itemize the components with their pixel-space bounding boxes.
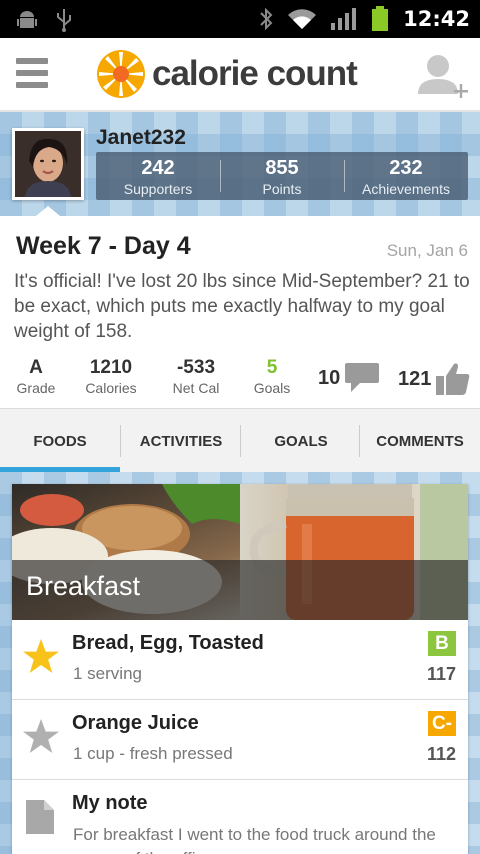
meal-card: Breakfast Bread, Egg, Toasted 1 serving … [12, 484, 468, 854]
likes-count: 121 [398, 367, 432, 390]
food-calories: 117 [426, 664, 456, 684]
food-item-row[interactable]: Bread, Egg, Toasted 1 serving B 117 [12, 620, 468, 700]
metric-value: 5 [266, 357, 278, 378]
metric-value: A [29, 357, 43, 378]
metric-goals: 5 Goals [248, 357, 296, 396]
avatar[interactable] [12, 128, 84, 200]
battery-icon [372, 6, 389, 31]
meal-photo: Breakfast [12, 484, 468, 620]
meal-title-bar: Breakfast [12, 560, 468, 620]
post-date: Sun, Jan 6 [386, 241, 468, 260]
note-icon [26, 800, 54, 834]
calorie-count-logo-icon [97, 50, 145, 98]
wifi-icon [288, 9, 317, 29]
stat-points[interactable]: 855 Points [220, 152, 344, 200]
profile-header: Janet232 242 Supporters 855 Points 232 A… [0, 112, 480, 216]
stat-label: Supporters [123, 181, 193, 197]
metric-grade: A Grade [14, 357, 58, 396]
tab-foods[interactable]: FOODS [0, 409, 120, 473]
app-bar: calorie count [0, 38, 480, 112]
comments-button[interactable]: 10 [318, 361, 380, 395]
signal-icon [331, 8, 357, 30]
callout-pointer [36, 206, 60, 216]
note-title: My note [72, 792, 148, 814]
username[interactable]: Janet232 [96, 126, 186, 150]
metric-calories: 1210 Calories [80, 357, 142, 396]
metric-label: Net Cal [172, 380, 220, 396]
star-outline-icon[interactable] [22, 718, 60, 756]
tab-activities[interactable]: ACTIVITIES [121, 409, 241, 473]
comment-icon [345, 363, 380, 392]
metric-label: Goals [253, 380, 291, 396]
food-name: Orange Juice [72, 712, 199, 734]
brand-name: calorie count [152, 54, 358, 93]
stat-label: Points [262, 181, 302, 197]
food-name: Bread, Egg, Toasted [72, 632, 264, 654]
stat-supporters[interactable]: 242 Supporters [96, 152, 220, 200]
food-grade-badge: C- [427, 711, 456, 736]
stat-achievements[interactable]: 232 Achievements [344, 152, 468, 200]
tab-bar: FOODS ACTIVITIES GOALS COMMENTS [0, 408, 480, 473]
metric-label: Calories [85, 380, 137, 396]
food-calories: 112 [426, 744, 456, 764]
food-grade-badge: B [428, 631, 456, 656]
tab-goals[interactable]: GOALS [241, 409, 361, 473]
food-item-row[interactable]: Orange Juice 1 cup - fresh pressed C- 11… [12, 700, 468, 780]
post-body: It's official! I've lost 20 lbs since Mi… [14, 271, 470, 342]
stat-value: 855 [265, 157, 299, 179]
thumbs-up-icon [436, 363, 470, 395]
food-serving: 1 cup - fresh pressed [73, 744, 233, 763]
star-filled-icon[interactable] [22, 638, 60, 676]
metric-net-cal: -533 Net Cal [166, 357, 226, 396]
metric-value: -533 [176, 357, 216, 378]
add-user-icon[interactable] [418, 52, 470, 102]
menu-icon[interactable] [16, 58, 48, 92]
journal-post: Week 7 - Day 4 Sun, Jan 6 It's official!… [0, 216, 480, 408]
day-metrics: A Grade 1210 Calories -533 Net Cal 5 Goa… [0, 357, 480, 401]
metric-label: Grade [16, 380, 56, 396]
note-row[interactable]: My note For breakfast I went to the food… [12, 780, 468, 854]
like-button[interactable]: 121 [398, 361, 471, 397]
stat-value: 242 [141, 157, 175, 179]
usb-icon [57, 9, 71, 32]
brand-logo: calorie count [96, 49, 358, 99]
clock: 12:42 [403, 7, 470, 31]
meal-title: Breakfast [26, 571, 141, 601]
food-serving: 1 serving [73, 664, 142, 683]
note-text: For breakfast I went to the food truck a… [73, 825, 436, 854]
post-title: Week 7 - Day 4 [16, 232, 191, 260]
profile-stats: 242 Supporters 855 Points 232 Achievemen… [96, 152, 468, 200]
stat-label: Achievements [362, 181, 450, 197]
metric-value: 1210 [89, 357, 133, 378]
comments-count: 10 [318, 366, 341, 389]
tab-comments[interactable]: COMMENTS [360, 409, 480, 473]
status-bar: 12:42 [0, 0, 480, 38]
android-debug-icon [17, 11, 37, 28]
foods-content: Breakfast Bread, Egg, Toasted 1 serving … [0, 472, 480, 854]
bluetooth-icon [260, 7, 273, 31]
stat-value: 232 [389, 157, 423, 179]
